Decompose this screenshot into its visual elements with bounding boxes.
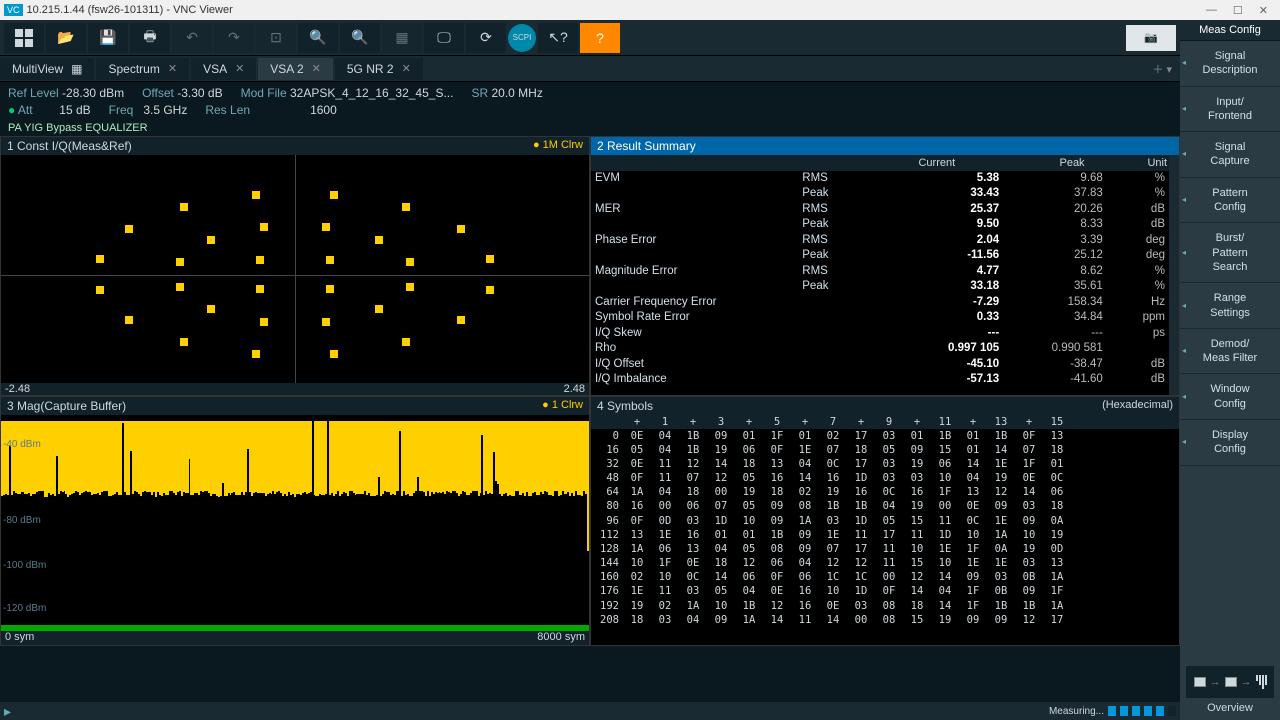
tab-multiview[interactable]: MultiView ▦ — [0, 58, 94, 80]
zoom-multi-icon[interactable]: 🔍 — [340, 23, 380, 53]
menu-pattern-config[interactable]: PatternConfig — [1180, 178, 1280, 224]
result-row: Peak-11.5625.12deg — [591, 248, 1179, 264]
result-row: EVMRMS5.389.68% — [591, 171, 1179, 187]
menu-signal-capture[interactable]: SignalCapture — [1180, 132, 1280, 178]
symbol-row: 144101F0E1812060412121115101E1E0313 — [591, 556, 1179, 570]
result-row: Phase ErrorRMS2.043.39deg — [591, 233, 1179, 249]
menu-window-config[interactable]: WindowConfig — [1180, 374, 1280, 420]
pane-symbols[interactable]: 4 Symbols(Hexadecimal) +1+3+5+7+9+11+13+… — [590, 396, 1180, 646]
symbol-row: 1605041B19060F1E071805091501140718 — [591, 443, 1179, 457]
tab-spectrum[interactable]: Spectrum✕ — [96, 58, 189, 80]
result-row: I/Q Imbalance-57.13-41.60dB — [591, 372, 1179, 388]
display-icon[interactable]: 🖵 — [424, 23, 464, 53]
measuring-label: Measuring... — [1049, 706, 1104, 717]
scpi-button[interactable]: SCPI — [508, 24, 536, 52]
result-row: Peak33.4337.83% — [591, 186, 1179, 202]
pane-capture-buffer[interactable]: 3 Mag(Capture Buffer)● 1 Clrw -40 dBm -8… — [0, 396, 590, 646]
pane-result-summary[interactable]: 2 Result Summary Current Peak Unit EVMRM… — [590, 136, 1180, 396]
statusbar-arrow-icon[interactable]: ▸ — [4, 703, 11, 720]
constellation-plot: -2.482.48 — [1, 155, 589, 395]
result-row: I/Q Offset-45.10-38.47dB — [591, 357, 1179, 373]
symbol-row: 1281A061304050809071711101E1F0A190D — [591, 542, 1179, 556]
symbols-table: +1+3+5+7+9+11+13+15 00E041B09011F0102170… — [591, 415, 1179, 645]
symbol-row: 1761E110305040E16101D0F14041F0B091F — [591, 584, 1179, 598]
symbol-row: 80160006070509081B1B0419000E090318 — [591, 499, 1179, 513]
tab-vsa[interactable]: VSA✕ — [191, 58, 256, 80]
result-row: I/Q Skew------ps — [591, 326, 1179, 342]
app-badge-icon: VC — [4, 4, 23, 16]
tab-add-icon[interactable]: ＋ ▾ — [1144, 61, 1180, 77]
symbol-row: 16002100C14060F061C1C00121409030B1A — [591, 570, 1179, 584]
measurement-params: Ref Level -28.30 dBm Offset -3.30 dB Mod… — [0, 82, 1180, 122]
toolbar: 📂 💾 🖶 ↶ ↷ ⊡ 🔍 🔍 ▦ 🖵 ⟳ SCPI ↖? ? 📷 — [0, 20, 1180, 56]
symbol-row: 480F110712051614161D03031004190E0C — [591, 471, 1179, 485]
tab-close-icon[interactable]: ✕ — [402, 62, 411, 75]
menu-range-settings[interactable]: RangeSettings — [1180, 283, 1280, 329]
pointer-icon[interactable]: ↖? — [538, 23, 578, 53]
symbol-row: 208180304091A1411140008151909091217 — [591, 613, 1179, 627]
pane-constellation[interactable]: 1 Const I/Q(Meas&Ref)● 1M Clrw -2.482.48 — [0, 136, 590, 396]
result-row: Carrier Frequency Error-7.29158.34Hz — [591, 295, 1179, 311]
result-row: Symbol Rate Error0.3334.84ppm — [591, 310, 1179, 326]
titlebar: VC 10.215.1.44 (fsw26-101311) - VNC View… — [0, 0, 1280, 20]
window-controls: — ☐ ✕ — [1206, 4, 1276, 17]
zoom-area-icon[interactable]: ⊡ — [256, 23, 296, 53]
tab-close-icon[interactable]: ✕ — [235, 62, 244, 75]
minimize-icon[interactable]: — — [1206, 4, 1217, 17]
menu-display-config[interactable]: DisplayConfig — [1180, 420, 1280, 466]
status-line: PA YIG Bypass EQUALIZER — [0, 122, 1180, 136]
zoom-in-icon[interactable]: 🔍 — [298, 23, 338, 53]
symbol-row: 00E041B09011F01021703011B011B0F13 — [591, 429, 1179, 443]
menu-burst-pattern-search[interactable]: Burst/PatternSearch — [1180, 223, 1280, 283]
tab-bar: MultiView ▦Spectrum✕VSA✕VSA 2✕5G NR 2✕ ＋… — [0, 56, 1180, 82]
tab-5g-nr-2[interactable]: 5G NR 2✕ — [335, 58, 423, 80]
print-icon[interactable]: 🖶 — [130, 23, 170, 53]
statusbar: ▸ Measuring... — [0, 702, 1180, 720]
symbol-row: 641A04180019180219160C161F13121406 — [591, 485, 1179, 499]
windows-icon[interactable] — [4, 23, 44, 53]
tab-close-icon[interactable]: ✕ — [312, 62, 321, 75]
overview-button[interactable]: →→ Overview — [1180, 660, 1280, 720]
save-icon[interactable]: 💾 — [88, 23, 128, 53]
symbol-row: 112131E1601011B091E1117111D101A1019 — [591, 528, 1179, 542]
window-title: 10.215.1.44 (fsw26-101311) - VNC Viewer — [27, 4, 233, 16]
tab-close-icon[interactable]: ✕ — [168, 62, 177, 75]
symbol-row: 19219021A101B12160E030818141F1B1B1A — [591, 599, 1179, 613]
side-menu: Meas Config SignalDescriptionInput/Front… — [1180, 20, 1280, 720]
undo-icon[interactable]: ↶ — [172, 23, 212, 53]
open-icon[interactable]: 📂 — [46, 23, 86, 53]
menu-input-frontend[interactable]: Input/Frontend — [1180, 87, 1280, 133]
result-summary-table: Current Peak Unit EVMRMS5.389.68%Peak33.… — [591, 155, 1179, 395]
result-row: Peak33.1835.61% — [591, 279, 1179, 295]
result-row: Peak9.508.33dB — [591, 217, 1179, 233]
layout-icon[interactable]: ▦ — [382, 23, 422, 53]
screenshot-button[interactable]: 📷 — [1126, 25, 1176, 51]
result-row: Rho0.997 1050.990 581 — [591, 341, 1179, 357]
scrollbar[interactable] — [1169, 155, 1179, 395]
symbol-row: 960F0D031D10091A031D0515110C1E090A — [591, 514, 1179, 528]
refresh-icon[interactable]: ⟳ — [466, 23, 506, 53]
result-row: Magnitude ErrorRMS4.778.62% — [591, 264, 1179, 280]
menu-demod-meas-filter[interactable]: Demod/Meas Filter — [1180, 329, 1280, 375]
help-icon[interactable]: ? — [580, 23, 620, 53]
meas-config-button[interactable]: Meas Config — [1180, 20, 1280, 41]
result-row: MERRMS25.3720.26dB — [591, 202, 1179, 218]
capture-plot: -40 dBm -80 dBm -100 dBm -120 dBm 0 sym8… — [1, 415, 589, 645]
symbol-row: 320E1112141813040C17031906141E1F01 — [591, 457, 1179, 471]
redo-icon[interactable]: ↷ — [214, 23, 254, 53]
tab-vsa-2[interactable]: VSA 2✕ — [258, 58, 333, 80]
menu-signal-description[interactable]: SignalDescription — [1180, 41, 1280, 87]
close-icon[interactable]: ✕ — [1259, 4, 1268, 17]
maximize-icon[interactable]: ☐ — [1233, 4, 1243, 17]
